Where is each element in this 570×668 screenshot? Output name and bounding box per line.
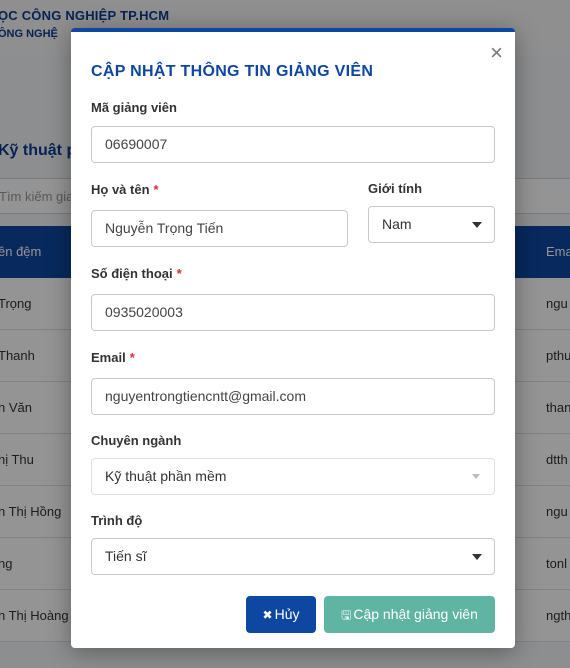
chevron-down-icon <box>472 474 480 479</box>
save-button-label: Cập nhật giảng viên <box>353 606 478 622</box>
major-select[interactable]: Kỹ thuật phần mềm <box>91 458 495 495</box>
major-selected-value: Kỹ thuật phần mềm <box>105 468 227 484</box>
lecturer-id-input[interactable]: 06690007 <box>91 126 495 163</box>
save-button[interactable]: 🖫 Cập nhật giảng viên <box>324 596 495 633</box>
gender-label: Giới tính <box>368 181 423 196</box>
email-label-text: Email <box>91 350 126 365</box>
close-icon[interactable]: × <box>490 42 503 64</box>
phone-label-text: Số điện thoại <box>91 266 173 281</box>
email-label: Email * <box>91 350 135 365</box>
phone-input[interactable]: 0935020003 <box>91 294 495 331</box>
phone-label: Số điện thoại * <box>91 266 182 281</box>
chevron-down-icon <box>472 222 482 228</box>
full-name-input[interactable]: Nguyễn Trọng Tiến <box>91 210 348 247</box>
required-asterisk: * <box>176 266 182 281</box>
update-lecturer-modal: × CẬP NHẬT THÔNG TIN GIẢNG VIÊN Mã giảng… <box>71 28 515 648</box>
required-asterisk: * <box>153 182 159 197</box>
gender-selected-value: Nam <box>382 216 412 232</box>
gender-select[interactable]: Nam <box>368 206 495 243</box>
degree-select[interactable]: Tiến sĩ <box>91 538 495 575</box>
required-asterisk: * <box>129 350 135 365</box>
chevron-down-icon <box>472 554 482 560</box>
email-input[interactable]: nguyentrongtiencntt@gmail.com <box>91 378 495 415</box>
cancel-button-label: Hủy <box>274 606 300 622</box>
cancel-button[interactable]: ✖ Hủy <box>246 596 316 633</box>
close-icon: ✖ <box>262 608 273 622</box>
major-label: Chuyên ngành <box>91 433 182 448</box>
modal-title: CẬP NHẬT THÔNG TIN GIẢNG VIÊN <box>91 63 374 80</box>
degree-selected-value: Tiến sĩ <box>105 548 147 564</box>
full-name-label-text: Họ và tên <box>91 182 150 197</box>
degree-label: Trình độ <box>91 513 143 528</box>
full-name-label: Họ và tên * <box>91 182 159 197</box>
lecturer-id-label: Mã giảng viên <box>91 100 177 115</box>
save-icon: 🖫 <box>341 608 352 622</box>
